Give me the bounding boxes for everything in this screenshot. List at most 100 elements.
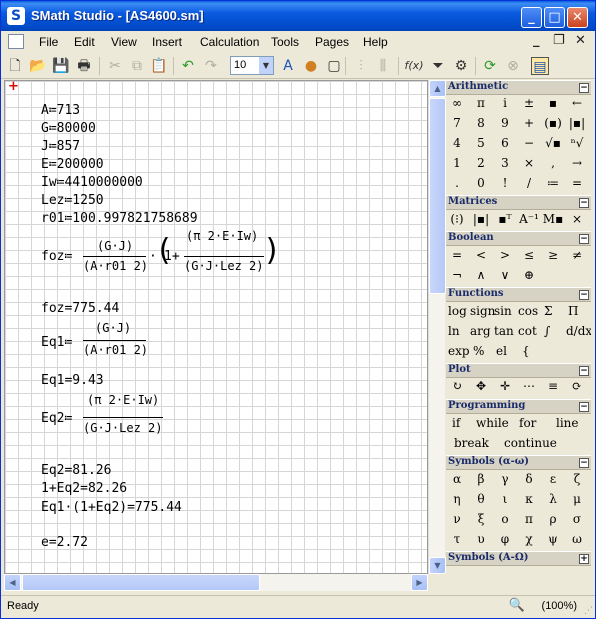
menu-calculation[interactable]: Calculation bbox=[200, 35, 259, 49]
arithmetic-button[interactable]: ▪ bbox=[542, 96, 564, 110]
function-button[interactable]: cos bbox=[518, 304, 538, 318]
arithmetic-button[interactable]: 9 bbox=[494, 116, 516, 130]
programming-button[interactable]: line bbox=[556, 416, 579, 430]
collapse-icon[interactable]: − bbox=[579, 366, 589, 376]
arithmetic-button[interactable]: = bbox=[566, 176, 588, 190]
plugin-icon[interactable]: ⚙ bbox=[452, 57, 470, 75]
expr-Lez[interactable]: Lez≔1250 bbox=[41, 193, 104, 208]
symbol-button[interactable]: ω bbox=[566, 532, 588, 546]
paste-icon[interactable]: 📋 bbox=[150, 57, 168, 75]
arithmetic-button[interactable]: 8 bbox=[470, 116, 492, 130]
symbol-button[interactable]: κ bbox=[518, 492, 540, 506]
recalculate-icon[interactable]: ⟳ bbox=[481, 57, 499, 75]
arithmetic-button[interactable]: × bbox=[518, 156, 540, 170]
doc-close-button[interactable]: ✕ bbox=[575, 33, 586, 48]
expr-E[interactable]: E≔200000 bbox=[41, 157, 104, 172]
collapse-icon[interactable]: − bbox=[579, 198, 589, 208]
expr-A[interactable]: A≔713 bbox=[41, 103, 80, 118]
symbol-button[interactable]: φ bbox=[494, 532, 516, 546]
symbol-button[interactable]: υ bbox=[470, 532, 492, 546]
symbol-button[interactable]: η bbox=[446, 492, 468, 506]
symbol-button[interactable]: ψ bbox=[542, 532, 564, 546]
arithmetic-button[interactable]: (▪) bbox=[542, 116, 564, 130]
vertical-scrollbar[interactable]: ▲ ▼ bbox=[428, 80, 446, 574]
expr-G[interactable]: G≔80000 bbox=[41, 121, 96, 136]
result-product[interactable]: Eq1·(1+Eq2)=775.44 bbox=[41, 500, 182, 515]
arithmetic-button[interactable]: → bbox=[566, 156, 588, 170]
function-button[interactable]: arg bbox=[470, 324, 491, 338]
boolean-button[interactable]: ¬ bbox=[446, 268, 468, 282]
align-vertical-icon[interactable]: ⫼ bbox=[374, 57, 392, 75]
arithmetic-button[interactable]: / bbox=[518, 176, 540, 190]
arithmetic-button[interactable]: π bbox=[470, 96, 492, 110]
symbol-button[interactable]: ο bbox=[494, 512, 516, 526]
menu-file[interactable]: File bbox=[39, 35, 58, 49]
symbol-button[interactable]: χ bbox=[518, 532, 540, 546]
arithmetic-button[interactable]: ! bbox=[494, 176, 516, 190]
scroll-left-icon[interactable]: ◀ bbox=[4, 574, 21, 591]
collapse-icon[interactable]: − bbox=[579, 290, 589, 300]
stop-icon[interactable]: ⊗ bbox=[504, 57, 522, 75]
arithmetic-button[interactable]: 6 bbox=[494, 136, 516, 150]
result-Eq1[interactable]: Eq1=9.43 bbox=[41, 373, 104, 388]
arithmetic-button[interactable]: |▪| bbox=[566, 116, 588, 130]
symbol-button[interactable]: θ bbox=[470, 492, 492, 506]
matrix-button[interactable]: ▪ᵀ bbox=[494, 212, 516, 226]
expr-Eq1[interactable]: Eq1≔ (G·J) (A·r01 2) bbox=[41, 317, 161, 367]
new-file-icon[interactable]: 🗋 bbox=[6, 57, 24, 75]
programming-button[interactable]: while bbox=[476, 416, 509, 430]
symbol-button[interactable]: ρ bbox=[542, 512, 564, 526]
save-icon[interactable]: 💾 bbox=[52, 57, 70, 75]
arithmetic-button[interactable]: + bbox=[518, 116, 540, 130]
undo-icon[interactable]: ↶ bbox=[179, 57, 197, 75]
expr-r01[interactable]: r01≔100.997821758689 bbox=[41, 211, 198, 226]
doc-restore-button[interactable]: ❐ bbox=[553, 33, 565, 48]
matrices-header[interactable]: Matrices − bbox=[446, 195, 591, 210]
menu-pages[interactable]: Pages bbox=[315, 35, 349, 49]
chevron-down-icon[interactable]: ▼ bbox=[259, 57, 273, 74]
programming-button[interactable]: if bbox=[452, 416, 460, 430]
scroll-up-icon[interactable]: ▲ bbox=[429, 80, 446, 97]
text-style-icon[interactable]: A bbox=[279, 57, 297, 75]
arithmetic-button[interactable]: ∞ bbox=[446, 96, 468, 110]
arithmetic-button[interactable]: 0 bbox=[470, 176, 492, 190]
function-button[interactable]: sin bbox=[494, 304, 512, 318]
boolean-button[interactable]: ≠ bbox=[566, 248, 588, 262]
function-button[interactable]: log bbox=[448, 304, 467, 318]
symbol-button[interactable]: λ bbox=[542, 492, 564, 506]
plot-button[interactable]: ↻ bbox=[446, 379, 468, 393]
arithmetic-button[interactable]: , bbox=[542, 156, 564, 170]
menu-insert[interactable]: Insert bbox=[152, 35, 182, 49]
function-button[interactable]: ln bbox=[448, 324, 460, 338]
symbol-button[interactable]: ξ bbox=[470, 512, 492, 526]
programming-button[interactable]: break bbox=[454, 436, 489, 450]
arithmetic-button[interactable]: √▪ bbox=[542, 136, 564, 150]
boolean-button[interactable]: ∨ bbox=[494, 268, 516, 282]
symbol-button[interactable]: γ bbox=[494, 472, 516, 486]
function-button[interactable]: % bbox=[473, 344, 484, 358]
filter-icon[interactable]: ⏷ bbox=[429, 57, 447, 75]
boolean-button[interactable]: ≥ bbox=[542, 248, 564, 262]
arithmetic-button[interactable]: 7 bbox=[446, 116, 468, 130]
scroll-down-icon[interactable]: ▼ bbox=[429, 557, 446, 574]
symbol-button[interactable]: δ bbox=[518, 472, 540, 486]
boolean-header[interactable]: Boolean − bbox=[446, 231, 591, 246]
menu-view[interactable]: View bbox=[111, 35, 137, 49]
symbol-button[interactable]: ι bbox=[494, 492, 516, 506]
plot-header[interactable]: Plot − bbox=[446, 363, 591, 378]
font-size-select[interactable]: 10 ▼ bbox=[230, 56, 274, 75]
maximize-button[interactable]: □ bbox=[544, 7, 565, 28]
menu-edit[interactable]: Edit bbox=[74, 35, 95, 49]
result-foz[interactable]: foz=775.44 bbox=[41, 301, 119, 316]
align-icon[interactable]: ⫶ bbox=[352, 57, 370, 75]
symbol-button[interactable]: ν bbox=[446, 512, 468, 526]
boolean-button[interactable]: ⊕ bbox=[518, 268, 540, 282]
symbol-button[interactable]: μ bbox=[566, 492, 588, 506]
collapse-icon[interactable]: − bbox=[579, 83, 589, 93]
resize-grip-icon[interactable]: ⋰ bbox=[584, 606, 593, 616]
symbol-button[interactable]: ε bbox=[542, 472, 564, 486]
functions-header[interactable]: Functions − bbox=[446, 287, 591, 302]
menu-tools[interactable]: Tools bbox=[271, 35, 299, 49]
result-sum[interactable]: 1+Eq2=82.26 bbox=[41, 481, 127, 496]
matrix-button[interactable]: (⁝) bbox=[446, 212, 468, 226]
